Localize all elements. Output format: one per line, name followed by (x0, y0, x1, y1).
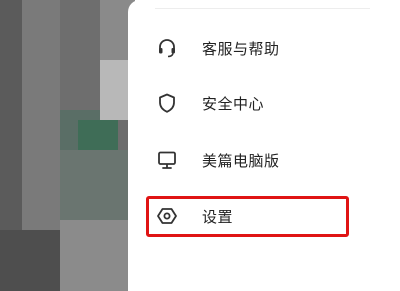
highlight-box (146, 196, 349, 237)
divider (155, 8, 370, 9)
shield-icon (156, 92, 178, 114)
monitor-icon (156, 149, 178, 171)
menu-item-label: 美篇电脑版 (202, 151, 280, 170)
menu-item-support[interactable]: 客服与帮助 (150, 28, 350, 68)
menu-item-desktop-version[interactable]: 美篇电脑版 (150, 140, 350, 180)
menu-item-label: 安全中心 (202, 94, 265, 113)
menu-item-security-center[interactable]: 安全中心 (150, 83, 350, 123)
blurred-background (0, 0, 135, 291)
menu-item-label: 客服与帮助 (202, 39, 280, 58)
headset-icon (156, 37, 178, 59)
